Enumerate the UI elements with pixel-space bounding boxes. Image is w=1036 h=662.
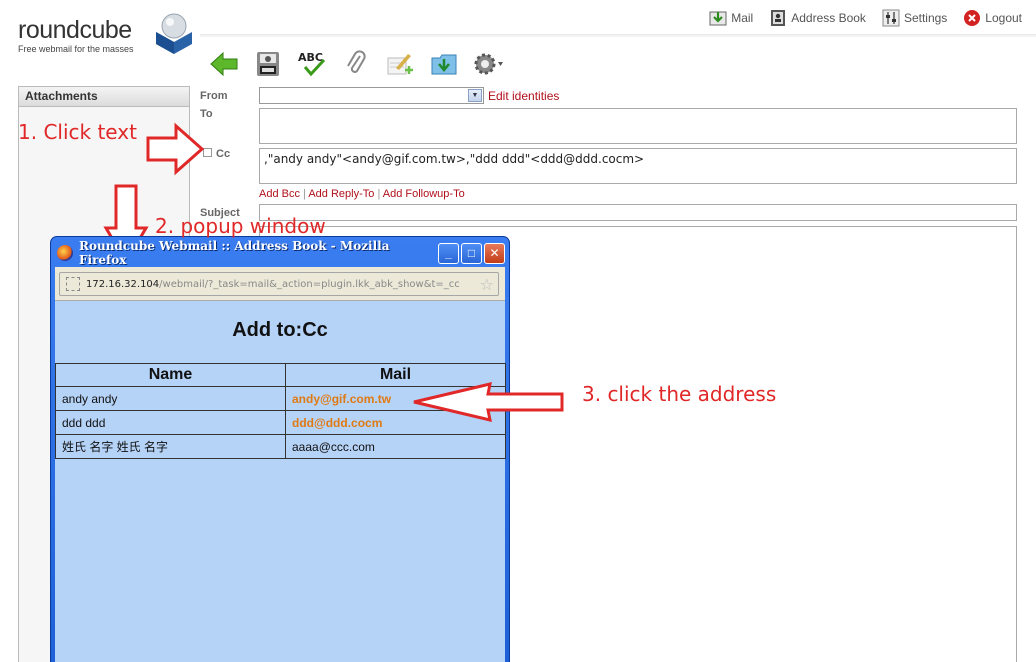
add-header-links: Add Bcc | Add Reply-To | Add Followup-To (259, 188, 465, 200)
options-menu-button[interactable] (472, 48, 504, 80)
back-button[interactable] (208, 48, 240, 80)
left-arrow-annotation-icon (413, 382, 564, 422)
roundcube-compose-screen: roundcube Free webmail for the masses Ma… (0, 0, 1036, 662)
spellcheck-button[interactable]: ABC (296, 48, 328, 80)
address-field[interactable]: 172.16.32.104 /webmail/?_task=mail&_acti… (59, 272, 499, 296)
logo-cube-icon (156, 13, 192, 54)
header-divider (200, 34, 1036, 38)
save-button[interactable] (252, 48, 284, 80)
address-book-popup-window: Roundcube Webmail :: Address Book - Mozi… (50, 236, 510, 662)
right-arrow-annotation-icon (146, 122, 205, 176)
minimize-button[interactable]: _ (438, 242, 459, 264)
contact-name: 姓氏 名字 姓氏 名字 (55, 434, 286, 459)
popup-titlebar[interactable]: Roundcube Webmail :: Address Book - Mozi… (57, 239, 505, 267)
close-button[interactable]: ✕ (484, 242, 505, 264)
nav-mail[interactable]: Mail (709, 9, 753, 27)
svg-text:ABC: ABC (298, 51, 323, 64)
page-icon (66, 277, 80, 291)
url-path: /webmail/?_task=mail&_action=plugin.lkk_… (159, 278, 460, 290)
url-bar: 172.16.32.104 /webmail/?_task=mail&_acti… (55, 267, 505, 301)
from-label: From (200, 90, 228, 102)
popup-title: Roundcube Webmail :: Address Book - Mozi… (79, 239, 390, 267)
insert-response-icon (431, 54, 457, 75)
save-icon (257, 52, 279, 76)
signature-button[interactable] (384, 48, 416, 80)
mail-icon (709, 9, 727, 27)
settings-icon (882, 9, 900, 27)
logo-tagline: Free webmail for the masses (18, 44, 134, 54)
annotation-step2: 2. popup window (155, 214, 326, 238)
contact-name: andy andy (55, 386, 286, 411)
logo-wordmark: roundcube (18, 16, 132, 44)
roundcube-logo[interactable]: roundcube Free webmail for the masses (16, 8, 201, 56)
cc-label[interactable]: Cc (216, 148, 230, 160)
bookmark-star-icon[interactable]: ☆ (480, 275, 494, 294)
nav-address-book[interactable]: Address Book (769, 9, 866, 27)
contact-mail: aaaa@ccc.com (285, 434, 506, 459)
cc-field[interactable]: ,"andy andy"<andy@gif.com.tw>,"ddd ddd"<… (259, 148, 1017, 184)
attachments-title: Attachments (19, 87, 189, 107)
popup-heading: Add to:Cc (232, 319, 328, 341)
back-arrow-icon (210, 51, 238, 77)
annotation-step1: 1. Click text (18, 120, 137, 144)
subject-field[interactable] (259, 204, 1017, 221)
chevron-down-icon[interactable]: ▼ (468, 89, 482, 102)
nav-mail-label: Mail (731, 11, 754, 25)
compose-toolbar: ABC (208, 48, 504, 80)
url-host: 172.16.32.104 (86, 278, 160, 290)
firefox-icon (57, 245, 73, 261)
nav-logout[interactable]: Logout (963, 9, 1022, 27)
edit-identities-link[interactable]: Edit identities (488, 89, 559, 103)
attach-button[interactable] (340, 48, 372, 80)
column-header-name: Name (55, 363, 286, 387)
add-bcc-link[interactable]: Add Bcc (259, 188, 300, 200)
table-row: 姓氏 名字 姓氏 名字 aaaa@ccc.com (55, 434, 506, 459)
top-navigation: Mail Address Book Settings Logout (709, 8, 1022, 28)
nav-address-book-label: Address Book (791, 11, 866, 25)
from-select[interactable]: ▼ (259, 87, 484, 104)
nav-settings[interactable]: Settings (882, 9, 947, 27)
contact-name: ddd ddd (55, 410, 286, 435)
nav-logout-label: Logout (985, 11, 1022, 25)
attachment-icon (347, 50, 366, 73)
nav-settings-label: Settings (903, 11, 948, 25)
to-field[interactable] (259, 108, 1017, 144)
spellcheck-icon: ABC (298, 51, 326, 77)
signature-icon (387, 54, 413, 75)
popup-content: 172.16.32.104 /webmail/?_task=mail&_acti… (55, 267, 506, 662)
to-label: To (200, 108, 213, 120)
annotation-step3: 3. click the address (582, 382, 777, 406)
insert-response-button[interactable] (428, 48, 460, 80)
add-followup-to-link[interactable]: Add Followup-To (383, 188, 465, 200)
address-book-icon (769, 9, 787, 27)
logout-icon (963, 9, 981, 27)
link-separator: | (377, 188, 381, 200)
options-gear-icon (474, 53, 503, 75)
add-reply-to-link[interactable]: Add Reply-To (308, 188, 374, 200)
cc-remove-checkbox[interactable] (203, 148, 212, 157)
link-separator: | (303, 188, 306, 200)
maximize-button[interactable]: □ (461, 242, 482, 264)
